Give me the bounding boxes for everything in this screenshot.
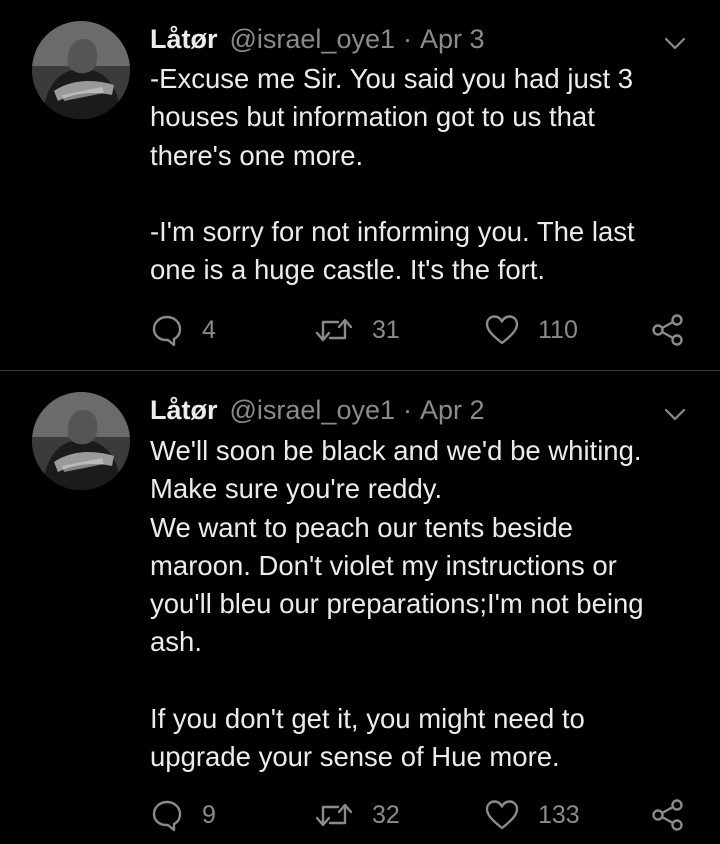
tweet[interactable]: Låtør @israel_oye1 · Apr 2 We'll soon be… <box>0 371 720 844</box>
retweet-count: 32 <box>372 800 400 829</box>
like-button[interactable]: 110 <box>484 310 578 350</box>
retweet-button[interactable]: 32 <box>314 795 400 835</box>
tweet-header: Låtør @israel_oye1 · Apr 2 <box>150 393 485 427</box>
avatar[interactable] <box>32 392 130 490</box>
tweet-actions: 4 31 110 <box>150 310 710 350</box>
heart-icon <box>484 313 520 347</box>
share-button[interactable] <box>650 310 686 350</box>
reply-button[interactable]: 4 <box>150 310 216 350</box>
retweet-count: 31 <box>372 315 400 344</box>
separator-dot: · <box>403 394 412 425</box>
reply-button[interactable]: 9 <box>150 795 216 835</box>
share-icon <box>650 312 686 348</box>
tweet-date[interactable]: Apr 3 <box>420 24 485 55</box>
reply-icon <box>150 798 184 832</box>
reply-count: 4 <box>202 315 216 344</box>
tweet-header: Låtør @israel_oye1 · Apr 3 <box>150 22 485 56</box>
share-button[interactable] <box>650 795 686 835</box>
share-icon <box>650 797 686 833</box>
tweet[interactable]: Låtør @israel_oye1 · Apr 3 -Excuse me Si… <box>0 0 720 370</box>
user-handle[interactable]: @israel_oye1 <box>230 24 396 55</box>
heart-icon <box>484 798 520 832</box>
tweet-actions: 9 32 133 <box>150 795 710 835</box>
tweet-text: -Excuse me Sir. You said you had just 3 … <box>150 63 635 286</box>
chevron-down-icon[interactable] <box>662 30 688 56</box>
like-count: 133 <box>538 800 580 829</box>
user-handle[interactable]: @israel_oye1 <box>230 395 396 426</box>
chevron-down-icon[interactable] <box>662 401 688 427</box>
display-name[interactable]: Låtør <box>150 395 218 426</box>
separator-dot: · <box>403 23 412 54</box>
like-count: 110 <box>538 315 578 344</box>
tweet-date[interactable]: Apr 2 <box>420 395 485 426</box>
tweet-text: We'll soon be black and we'd be whiting.… <box>150 435 644 773</box>
retweet-icon <box>314 313 354 347</box>
like-button[interactable]: 133 <box>484 795 580 835</box>
avatar[interactable] <box>32 21 130 119</box>
reply-count: 9 <box>202 800 216 829</box>
retweet-icon <box>314 798 354 832</box>
reply-icon <box>150 313 184 347</box>
display-name[interactable]: Låtør <box>150 24 218 55</box>
retweet-button[interactable]: 31 <box>314 310 400 350</box>
